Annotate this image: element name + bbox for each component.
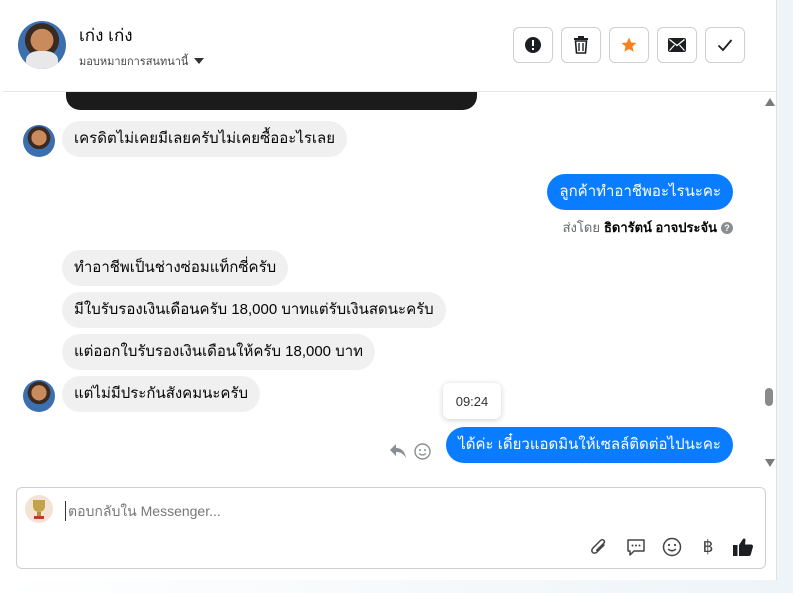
thumbs-up-icon	[733, 538, 754, 556]
page-avatar	[25, 495, 53, 523]
contact-name[interactable]: เก่ง เก่ง	[79, 22, 133, 49]
trophy-icon	[33, 500, 45, 519]
message-incoming[interactable]: แต่ออกใบรับรองเงินเดือนให้ครับ 18,000 บา…	[62, 334, 376, 370]
exclamation-circle-icon	[525, 37, 541, 53]
contact-avatar-small	[23, 380, 55, 412]
checkmark-icon	[717, 39, 733, 52]
message-incoming[interactable]: เครดิตไม่เคยมีเลยครับไม่เคยซื้ออะไรเลย	[62, 121, 348, 157]
sent-by-label: ส่งโดย ธิดารัตน์ อาจประจัน ?	[563, 217, 733, 238]
delete-button[interactable]	[561, 27, 601, 63]
image-attachment[interactable]	[66, 92, 477, 110]
star-icon	[621, 37, 637, 52]
saved-reply-button[interactable]	[624, 535, 648, 559]
attach-button[interactable]	[587, 535, 611, 559]
conversation-panel: เก่ง เก่ง มอบหมายการสนทนานี้ เครดิตไม่เค…	[3, 0, 777, 580]
done-button[interactable]	[705, 27, 745, 63]
spam-button[interactable]	[513, 27, 553, 63]
baht-icon: ฿	[702, 537, 714, 556]
message-list[interactable]: เครดิตไม่เคยมีเลยครับไม่เคยซื้ออะไรเลย ล…	[3, 92, 777, 478]
attach-icon	[591, 538, 606, 554]
chat-scrollbar[interactable]	[762, 92, 776, 478]
sent-by-prefix: ส่งโดย	[562, 220, 600, 235]
message-incoming[interactable]: มีใบรับรองเงินเดือนครับ 18,000 บาทแต่รับ…	[62, 292, 446, 328]
help-icon[interactable]: ?	[721, 221, 733, 234]
saved-reply-icon	[627, 539, 645, 556]
reply-input[interactable]	[65, 501, 565, 521]
payment-button[interactable]: ฿	[696, 535, 720, 559]
like-button[interactable]	[731, 535, 755, 559]
message-outgoing[interactable]: ได้ค่ะ เดี๋ยวแอดมินให้เซลล์ติดต่อไปนะคะ	[446, 427, 733, 463]
envelope-icon	[668, 38, 686, 52]
message-incoming[interactable]: ทำอาชีพเป็นช่างซ่อมแท็กซี่ครับ	[62, 250, 289, 286]
message-incoming[interactable]: แต่ไม่มีประกันสังคมนะครับ	[62, 376, 261, 412]
sent-by-name: ธิดารัตน์ อาจประจัน	[603, 220, 717, 235]
caret-down-icon	[194, 58, 205, 64]
trash-icon	[574, 36, 588, 54]
reply-composer[interactable]: ฿	[16, 487, 766, 569]
contact-avatar[interactable]	[18, 21, 66, 69]
scroll-thumb[interactable]	[765, 388, 773, 406]
message-outgoing[interactable]: ลูกค้าทำอาชีพอะไรนะคะ	[547, 174, 733, 210]
emoji-button[interactable]	[660, 535, 684, 559]
emoji-reaction-icon[interactable]	[414, 443, 431, 460]
reply-icon[interactable]	[389, 443, 407, 459]
timestamp-tooltip: 09:24	[443, 383, 501, 419]
conversation-header: เก่ง เก่ง มอบหมายการสนทนานี้	[3, 0, 777, 92]
emoji-icon	[662, 537, 682, 557]
scroll-down-arrow[interactable]	[765, 459, 775, 467]
mark-unread-button[interactable]	[657, 27, 697, 63]
assign-label: มอบหมายการสนทนานี้	[79, 56, 189, 68]
assign-conversation-dropdown[interactable]: มอบหมายการสนทนานี้	[79, 52, 205, 70]
contact-avatar-small	[23, 125, 55, 157]
scroll-up-arrow[interactable]	[765, 98, 775, 106]
star-button[interactable]	[609, 27, 649, 63]
